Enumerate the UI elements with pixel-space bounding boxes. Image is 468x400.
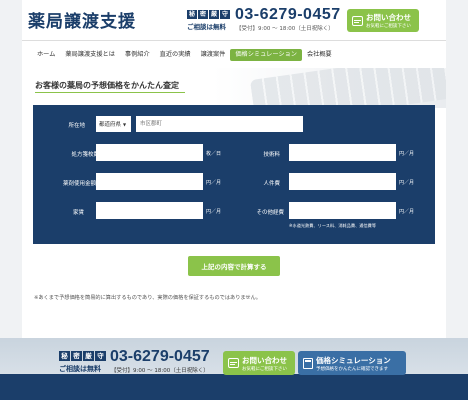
footer-sim-label: 価格シミュレーション xyxy=(316,355,391,365)
free-consult-text: ご相談は無料 xyxy=(187,23,226,31)
secret-char: 密 xyxy=(71,351,82,361)
nav-company[interactable]: 会社概要 xyxy=(302,49,337,61)
nav-about[interactable]: 薬局譲渡支援とは xyxy=(60,49,120,61)
rx-unit: 枚／日 xyxy=(206,151,222,157)
footer-free-consult: ご相談は無料 xyxy=(59,365,101,373)
other-expense-label: その他経費 xyxy=(256,210,284,216)
calculator-icon xyxy=(303,357,313,369)
secret-char: 厳 xyxy=(83,351,94,361)
labor-cost-input[interactable] xyxy=(289,173,396,190)
rx-count-input[interactable] xyxy=(96,144,203,161)
secret-char: 守 xyxy=(220,10,230,19)
secret-char: 厳 xyxy=(209,10,219,19)
rent-input[interactable] xyxy=(96,202,203,219)
rx-count-label: 処方箋枚数 xyxy=(71,152,99,158)
labor-label: 人件費 xyxy=(263,181,280,187)
disclaimer: ※あくまで予想価格を簡易的に算出するものであり、実際の価格を保証するものではあり… xyxy=(34,295,261,301)
other-expense-note: ※水道光熱費、リース料、消耗品費、通信費等 xyxy=(289,223,377,228)
calculate-button[interactable]: 上記の内容で計算する xyxy=(188,256,280,276)
rent-label: 家賃 xyxy=(72,210,84,216)
nav-home[interactable]: ホーム xyxy=(32,49,60,61)
prefecture-select[interactable]: 都道府県 ▼ xyxy=(96,116,131,132)
labor-unit: 円／月 xyxy=(399,180,415,186)
nav-price-simulation[interactable]: 価格シミュレーション xyxy=(230,48,302,61)
section-underline xyxy=(35,92,185,93)
footer-bar xyxy=(0,374,468,400)
footer-contact-button[interactable]: お問い合わせ お気軽にご相談下さい xyxy=(223,351,295,375)
section-title: お客様の薬局の予想価格をかんたん査定 xyxy=(35,81,179,90)
drug-cost-label: 薬剤使用金額 xyxy=(62,181,96,187)
business-hours: 【受付】9:00 〜 18:00（土日祝除く） xyxy=(236,26,334,32)
other-expense-input[interactable] xyxy=(289,202,396,219)
contact-label: お問い合わせ xyxy=(366,13,411,22)
footer-secret-badge: 秘 密 厳 守 xyxy=(59,351,106,361)
nav-results[interactable]: 直近の実績 xyxy=(155,49,196,61)
mail-icon xyxy=(228,358,239,368)
secret-char: 守 xyxy=(95,351,106,361)
footer-simulation-button[interactable]: 価格シミュレーション 予想価格をかんたんに確認できます xyxy=(298,351,406,375)
nav-listings[interactable]: 譲渡案件 xyxy=(196,49,231,61)
tech-unit: 円／月 xyxy=(399,151,415,157)
nav-cases[interactable]: 事例紹介 xyxy=(120,49,155,61)
drug-unit: 円／月 xyxy=(206,180,222,186)
site-logo[interactable]: 薬局譲渡支援 xyxy=(28,7,136,32)
mail-icon xyxy=(352,15,363,26)
other-unit: 円／月 xyxy=(399,209,415,215)
city-input[interactable] xyxy=(136,116,303,132)
footer-contact-label: お問い合わせ xyxy=(242,355,287,365)
contact-button[interactable]: お問い合わせ お気軽にご相談下さい xyxy=(347,9,419,32)
drug-cost-input[interactable] xyxy=(96,173,203,190)
prefecture-value: 都道府県 xyxy=(99,122,122,128)
main-nav: ホーム 薬局譲渡支援とは 事例紹介 直近の実績 譲渡案件 価格シミュレーション … xyxy=(22,40,446,68)
footer-sim-sub: 予想価格をかんたんに確認できます xyxy=(316,366,388,372)
secret-char: 秘 xyxy=(59,351,70,361)
phone-number[interactable]: 03-6279-0457 xyxy=(235,6,341,24)
secret-char: 秘 xyxy=(187,10,197,19)
keyboard-image xyxy=(249,68,446,108)
tech-fee-input[interactable] xyxy=(289,144,396,161)
rent-label: 技術料 xyxy=(263,152,280,158)
secret-char: 密 xyxy=(198,10,208,19)
triangle-down-icon: ▼ xyxy=(123,121,127,127)
contact-sub: お気軽にご相談下さい xyxy=(366,24,411,29)
footer-business-hours: 【受付】9:00 〜 18:00（土日祝除く） xyxy=(111,368,209,374)
rent-unit: 円／月 xyxy=(206,209,222,215)
location-label: 所在地 xyxy=(68,123,85,129)
footer-phone-number[interactable]: 03-6279-0457 xyxy=(110,348,210,366)
secret-badge: 秘 密 厳 守 xyxy=(187,10,230,19)
footer-contact-sub: お気軽にご相談下さい xyxy=(242,366,287,372)
